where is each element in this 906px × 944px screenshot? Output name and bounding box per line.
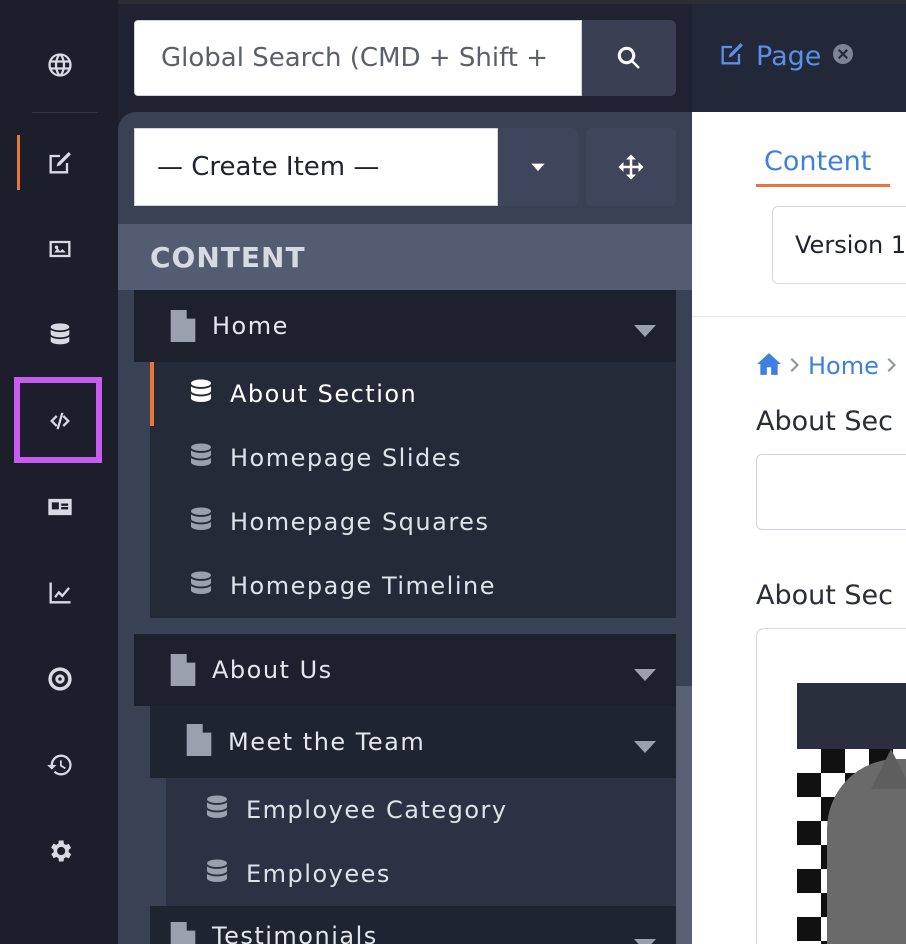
rail-divider	[32, 112, 98, 113]
global-search	[134, 20, 676, 96]
create-item-dropdown[interactable]	[498, 128, 578, 206]
chevron-right-icon	[887, 357, 897, 376]
globe-icon[interactable]	[20, 30, 100, 100]
nav-item-about-section[interactable]: About Section	[186, 362, 417, 426]
file-icon	[170, 654, 196, 686]
caret-down-icon	[531, 163, 545, 172]
database-icon	[202, 792, 232, 828]
search-input[interactable]	[134, 20, 582, 96]
nav-item-homepage-slides[interactable]: Homepage Slides	[186, 426, 462, 490]
create-item-row: — Create Item —	[134, 128, 676, 206]
nav-scrollbar[interactable]	[676, 686, 692, 944]
move-button[interactable]	[586, 128, 676, 206]
chevron-down-icon[interactable]	[634, 322, 656, 341]
database-icon[interactable]	[20, 300, 100, 370]
file-icon	[170, 310, 196, 342]
tab-content[interactable]: Content	[764, 146, 871, 177]
nav-group-about-us[interactable]: About Us	[134, 634, 676, 706]
file-icon	[170, 922, 196, 944]
version-select[interactable]: Version 1	[772, 206, 906, 284]
home-icon[interactable]	[756, 352, 782, 380]
id-card-icon[interactable]	[20, 472, 100, 542]
field-label-1: About Sec	[756, 406, 894, 437]
chevron-down-icon[interactable]	[634, 666, 656, 685]
tab-active-underline	[756, 184, 890, 187]
database-icon	[186, 504, 216, 540]
target-icon[interactable]	[20, 644, 100, 714]
chart-line-icon[interactable]	[20, 558, 100, 628]
nav-item-employee-category[interactable]: Employee Category	[202, 778, 508, 842]
database-icon	[186, 568, 216, 604]
field-input-1[interactable]	[756, 454, 906, 530]
active-item-indicator	[150, 362, 154, 426]
search-icon	[617, 46, 640, 69]
nav-item-label: Homepage Slides	[230, 444, 463, 472]
database-icon	[186, 440, 216, 476]
breadcrumb-home[interactable]: Home	[808, 352, 879, 380]
editor-panel: Content Version 1 Home About Sec About S…	[692, 112, 906, 944]
database-icon	[186, 376, 216, 412]
nav-item-employees[interactable]: Employees	[202, 842, 391, 906]
nav-item-label: Employee Category	[246, 796, 508, 824]
nav-group-home[interactable]: Home	[134, 290, 676, 362]
nav-item-homepage-timeline[interactable]: Homepage Timeline	[186, 554, 496, 618]
image-thumbnail	[797, 683, 906, 944]
nav-item-homepage-squares[interactable]: Homepage Squares	[186, 490, 489, 554]
history-icon[interactable]	[20, 730, 100, 800]
file-icon	[186, 724, 212, 760]
move-icon	[618, 154, 644, 180]
image-icon[interactable]	[20, 214, 100, 284]
gear-icon[interactable]	[20, 816, 100, 886]
icon-rail	[0, 0, 118, 944]
cat-ear	[871, 749, 906, 789]
page-tab-label: Page	[756, 40, 822, 72]
nav-item-label: Employees	[246, 860, 391, 888]
chevron-right-icon	[790, 357, 800, 376]
edit-icon	[718, 40, 746, 72]
nav-item-label: Homepage Squares	[230, 508, 490, 536]
nav-item-label: About Section	[230, 380, 418, 408]
content-heading: CONTENT	[118, 224, 692, 290]
image-field-card[interactable]	[756, 628, 906, 944]
nav-subgroup-label: Meet the Team	[228, 728, 426, 756]
nav-group-label: Home	[212, 312, 289, 340]
search-button[interactable]	[582, 20, 676, 96]
nav-subgroup-meet-the-team[interactable]: Meet the Team	[150, 706, 676, 778]
chevron-down-icon[interactable]	[634, 936, 656, 944]
close-icon[interactable]	[831, 42, 855, 70]
page-tab[interactable]: Page	[718, 40, 855, 72]
edit-icon[interactable]	[20, 128, 100, 198]
breadcrumb: Home	[756, 352, 897, 380]
editor-divider	[692, 316, 906, 317]
nav-item-label: Homepage Timeline	[230, 572, 496, 600]
database-icon	[202, 856, 232, 892]
chevron-down-icon[interactable]	[634, 738, 656, 757]
field-label-2: About Sec	[756, 580, 894, 611]
nav-group-label: About Us	[212, 656, 333, 684]
nav-group-testimonials[interactable]: Testimonials	[150, 906, 676, 944]
create-item-select[interactable]: — Create Item —	[134, 128, 498, 206]
nav-group-label: Testimonials	[212, 922, 378, 944]
code-icon-highlight	[14, 377, 102, 463]
